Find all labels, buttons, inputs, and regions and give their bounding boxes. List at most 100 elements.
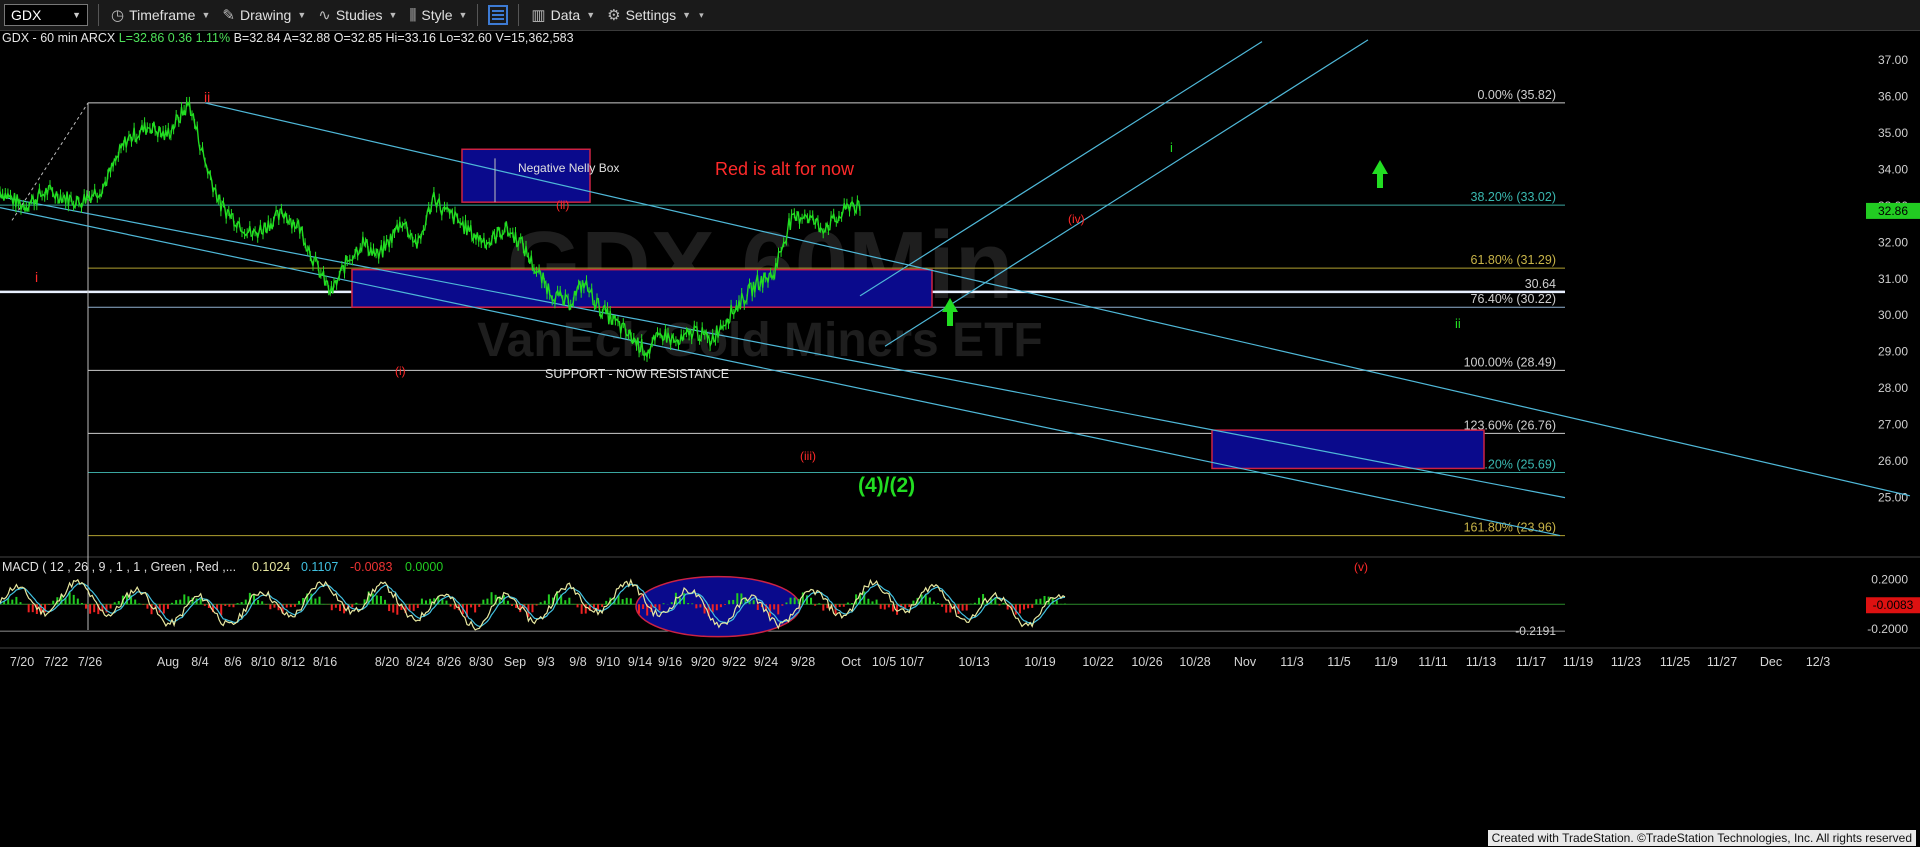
alt-count-note: Red is alt for now xyxy=(715,159,855,179)
x-tick-label: 8/6 xyxy=(224,655,241,669)
fib-level-label: 38.20% (33.02) xyxy=(1471,190,1556,204)
wave-annotation: ii xyxy=(204,89,210,105)
x-tick-label: Sep xyxy=(504,655,526,669)
support-resistance-label: SUPPORT - NOW RESISTANCE xyxy=(545,367,729,381)
timeframe-label: Timeframe xyxy=(129,7,196,23)
x-tick-label: 8/12 xyxy=(281,655,305,669)
macd-last-tag: -0.0083 xyxy=(1873,598,1914,612)
x-tick-label: 9/8 xyxy=(569,655,586,669)
x-tick-label: 11/17 xyxy=(1516,655,1546,669)
x-tick-label: 8/24 xyxy=(406,655,430,669)
zero-value: 0.0000 xyxy=(405,560,443,574)
symbol-selector[interactable]: GDX ▼ xyxy=(4,4,88,26)
x-tick-label: 9/24 xyxy=(754,655,778,669)
x-tick-label: Nov xyxy=(1234,655,1257,669)
chevron-down-icon: ▼ xyxy=(388,10,398,20)
wave-annotation: (iv) xyxy=(1068,212,1085,226)
timeframe-menu[interactable]: ◷ Timeframe ▼ xyxy=(111,6,210,24)
data-icon: ▥ xyxy=(531,7,546,24)
x-tick-label: 10/7 xyxy=(900,655,924,669)
x-tick-label: 10/28 xyxy=(1179,655,1210,669)
x-tick-label: 9/22 xyxy=(722,655,746,669)
x-tick-label: 9/20 xyxy=(691,655,715,669)
diff-value: -0.0083 xyxy=(350,560,392,574)
chevron-down-icon: ▼ xyxy=(201,10,211,20)
x-tick-label: 11/27 xyxy=(1707,655,1737,669)
settings-label: Settings xyxy=(625,7,677,23)
toolbar-separator xyxy=(477,4,479,26)
x-tick-label: 11/9 xyxy=(1374,655,1397,669)
x-tick-label: 7/26 xyxy=(78,655,102,669)
y-tick-label: 35.00 xyxy=(1878,126,1908,140)
x-tick-label: 8/4 xyxy=(191,655,208,669)
x-tick-label: 7/20 xyxy=(10,655,34,669)
x-tick-label: 8/30 xyxy=(469,655,493,669)
y-tick-label: 30.00 xyxy=(1878,308,1908,322)
wave-annotation: i xyxy=(35,269,38,285)
toolbar-separator xyxy=(98,4,99,26)
chevron-down-icon: ▼ xyxy=(72,10,81,20)
x-tick-label: 10/26 xyxy=(1131,655,1162,669)
wave-annotation: (i) xyxy=(395,364,406,378)
x-tick-label: Aug xyxy=(157,655,179,669)
percent-change: 1.11% xyxy=(195,31,231,45)
settings-menu[interactable]: ⚙ Settings ▼ ▾ xyxy=(607,6,704,24)
fib-level-label: 0.00% (35.82) xyxy=(1477,88,1556,102)
x-tick-label: 10/19 xyxy=(1024,655,1055,669)
net-change: 0.36 xyxy=(167,31,193,45)
y-tick-label: 25.00 xyxy=(1878,491,1908,505)
y-tick-label: 29.00 xyxy=(1878,345,1908,359)
studies-menu[interactable]: ∿ Studies ▼ xyxy=(318,6,397,24)
x-tick-label: 11/11 xyxy=(1418,655,1447,669)
style-label: Style xyxy=(421,7,453,23)
x-tick-label: Dec xyxy=(1760,655,1782,669)
drawing-menu[interactable]: ✎ Drawing ▼ xyxy=(222,6,306,24)
last-price-tag: 32.86 xyxy=(1878,204,1908,218)
x-tick-label: Oct xyxy=(841,655,861,669)
y-tick-label: 28.00 xyxy=(1878,381,1908,395)
up-arrow-icon xyxy=(1372,160,1388,188)
macd-label: MACD ( 12 , 26 , 9 , 1 , 1 , Green , Red… xyxy=(2,560,236,574)
y-tick-label: 32.00 xyxy=(1878,235,1908,249)
x-tick-label: 11/23 xyxy=(1611,655,1641,669)
volume: V=15,362,583 xyxy=(495,31,574,45)
x-tick-label: 8/26 xyxy=(437,655,461,669)
x-tick-label: 7/22 xyxy=(44,655,68,669)
pencil-icon: ✎ xyxy=(222,7,235,24)
chevron-down-icon: ▼ xyxy=(297,10,307,20)
fib-level-label: 161.80% (23.96) xyxy=(1464,521,1556,535)
price-chart[interactable]: GDX 60MinVanEck Gold Miners ETF37.0036.0… xyxy=(0,0,1920,847)
x-tick-label: 11/3 xyxy=(1280,655,1303,669)
wave-v-target-box xyxy=(1211,429,1485,470)
x-tick-label: 11/19 xyxy=(1563,655,1593,669)
clock-icon: ◷ xyxy=(111,7,125,24)
support-resistance-box xyxy=(351,268,933,308)
chevron-down-icon: ▼ xyxy=(586,10,596,20)
wave-annotation: ii xyxy=(1455,316,1461,331)
y-tick-label: 27.00 xyxy=(1878,418,1908,432)
x-tick-label: 11/5 xyxy=(1327,655,1350,669)
macd-y-tick: 0.2000 xyxy=(1871,573,1908,587)
exchange-label: ARCX xyxy=(80,31,116,45)
bid-price: B=32.84 xyxy=(233,31,281,45)
studies-label: Studies xyxy=(335,7,383,23)
channel-line xyxy=(859,41,1263,297)
fib-level-label: 76.40% (30.22) xyxy=(1471,292,1556,306)
y-tick-label: 34.00 xyxy=(1878,162,1908,176)
price-axis-background xyxy=(1565,38,1920,678)
window-layout-icon[interactable] xyxy=(488,5,509,25)
x-tick-label: 9/28 xyxy=(791,655,815,669)
wave-4-2-label: (4)/(2) xyxy=(858,474,915,497)
fib-level-label: 100.00% (28.49) xyxy=(1464,355,1556,369)
chevron-down-icon: ▾ xyxy=(699,9,704,20)
y-tick-label: 31.00 xyxy=(1878,272,1908,286)
open-price: O=32.85 xyxy=(333,31,383,45)
style-menu[interactable]: ⫼ Style ▼ xyxy=(409,7,467,24)
signal-value: 0.1107 xyxy=(301,560,338,574)
wave-annotation: (v) xyxy=(1354,560,1368,574)
data-menu[interactable]: ▥ Data ▼ xyxy=(531,6,595,24)
x-tick-label: 10/13 xyxy=(958,655,989,669)
x-tick-label: 11/13 xyxy=(1466,655,1496,669)
x-tick-label: 9/16 xyxy=(658,655,682,669)
x-tick-label: 8/10 xyxy=(251,655,275,669)
